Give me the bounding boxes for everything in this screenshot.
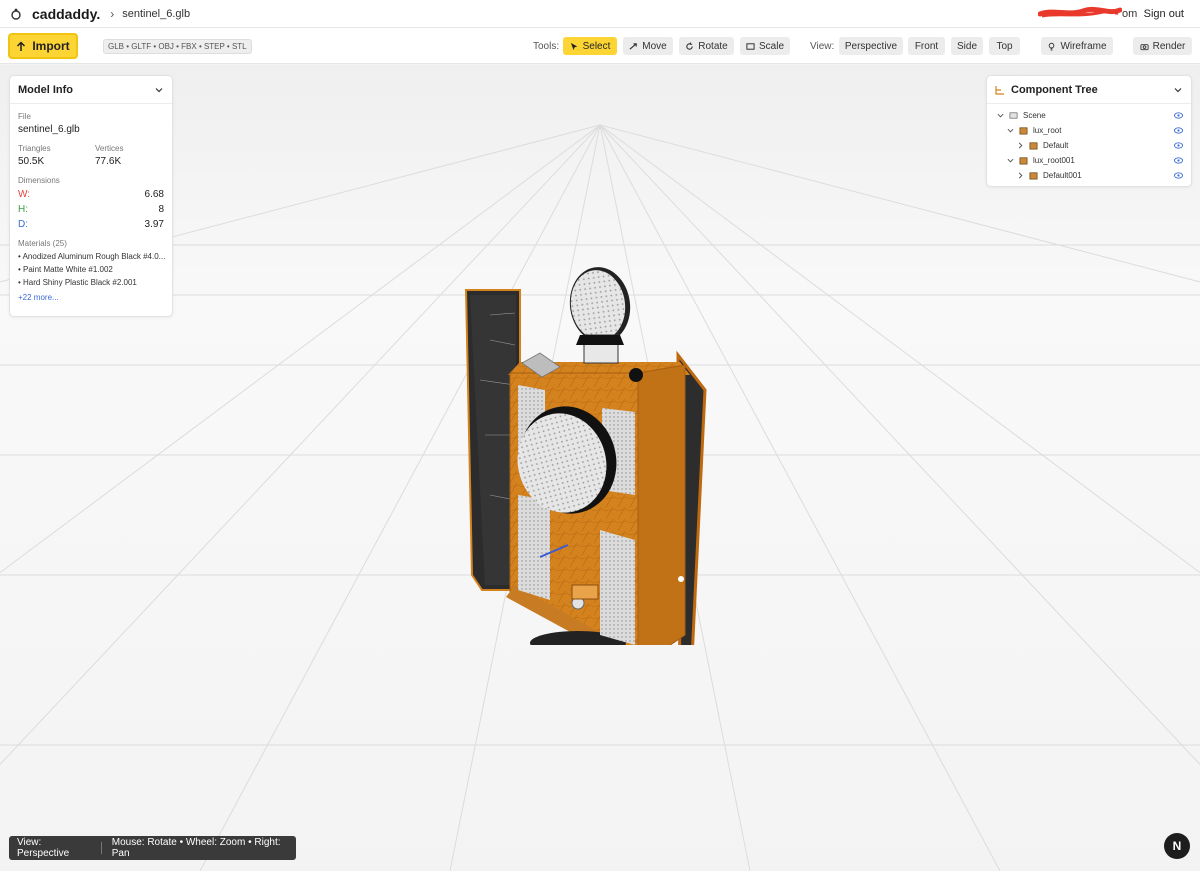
- bulb-icon: [1049, 42, 1055, 51]
- tools-label: Tools:: [533, 41, 560, 52]
- satellite-model[interactable]: [460, 195, 720, 645]
- box-icon: [1019, 156, 1028, 164]
- toolbar: Import GLB • GLTF • OBJ • FBX • STEP • S…: [0, 28, 1200, 64]
- chevron-right-icon: ›: [110, 6, 115, 21]
- material-item: • Anodized Aluminum Rough Black #4.0...: [18, 252, 166, 261]
- chevron-right-icon[interactable]: [1017, 172, 1024, 179]
- rotate-icon: [686, 41, 694, 50]
- component-tree-title: Component Tree: [1011, 83, 1098, 96]
- scale-icon: [746, 42, 755, 50]
- component-tree-header[interactable]: Component Tree: [987, 76, 1191, 104]
- view-perspective-button[interactable]: Perspective: [839, 37, 903, 55]
- eye-icon[interactable]: [1174, 127, 1183, 134]
- breadcrumb-file: sentinel_6.glb: [122, 7, 191, 20]
- supported-formats: GLB • GLTF • OBJ • FBX • STEP • STL: [103, 39, 252, 54]
- camera-icon: [1140, 43, 1149, 50]
- chevron-right-icon[interactable]: [1017, 142, 1024, 149]
- 3d-viewport[interactable]: Model Info File sentinel_6.glb Triangles…: [0, 65, 1200, 871]
- brand-name[interactable]: caddaddy.: [32, 6, 100, 22]
- folder-icon: [1009, 111, 1018, 119]
- arrow-up-icon: [17, 40, 26, 51]
- import-label: Import: [32, 39, 70, 53]
- eye-icon[interactable]: [1174, 142, 1183, 149]
- scale-label: Scale: [758, 40, 784, 52]
- tree-node-default001[interactable]: Default001: [1017, 168, 1191, 182]
- render-label: Render: [1152, 40, 1186, 52]
- tree-node-scene[interactable]: Scene: [997, 108, 1191, 122]
- rotate-tool-button[interactable]: Rotate: [679, 37, 734, 55]
- component-tree-panel: Component Tree Scene lux_root Default lu…: [986, 75, 1192, 187]
- tree-icon: [995, 85, 1004, 95]
- material-item: • Paint Matte White #1.002: [18, 265, 113, 274]
- move-icon: [629, 42, 638, 50]
- box-icon: [1029, 171, 1038, 179]
- tree-node-label: lux_root: [1033, 125, 1062, 135]
- cursor-icon: [570, 42, 577, 50]
- file-label: File: [18, 112, 31, 121]
- model-info-header[interactable]: Model Info: [10, 76, 172, 104]
- status-bar: View: Perspective Mouse: Rotate • Wheel:…: [9, 836, 296, 860]
- view-side-button[interactable]: Side: [951, 37, 983, 55]
- top-nav: caddaddy. › sentinel_6.glb om Sign out: [0, 0, 1200, 28]
- status-view: View: Perspective: [17, 837, 70, 859]
- chevron-down-icon[interactable]: [997, 112, 1004, 119]
- chevron-down-icon[interactable]: [1007, 157, 1014, 164]
- vertices-label: Vertices: [95, 144, 124, 153]
- import-button[interactable]: Import: [8, 33, 78, 59]
- material-item: • Hard Shiny Plastic Black #2.001: [18, 278, 137, 287]
- vertices-value: 77.6K: [95, 156, 122, 167]
- chevron-down-icon[interactable]: [1007, 127, 1014, 134]
- dimensions-label: Dimensions: [18, 176, 60, 185]
- dimension-depth: D: 3.97: [18, 219, 164, 230]
- move-tool-button[interactable]: Move: [623, 37, 673, 55]
- chevron-down-icon[interactable]: [155, 86, 163, 94]
- materials-label: Materials (25): [18, 239, 67, 248]
- dimension-width: W: 6.68: [18, 189, 164, 200]
- view-top-button[interactable]: Top: [989, 37, 1020, 55]
- eye-icon[interactable]: [1174, 112, 1183, 119]
- wireframe-button[interactable]: Wireframe: [1041, 37, 1113, 55]
- view-front-button[interactable]: Front: [908, 37, 945, 55]
- tree-node-lux-root001[interactable]: lux_root001: [1007, 153, 1191, 167]
- sign-out-link[interactable]: Sign out: [1144, 8, 1184, 20]
- model-info-panel: Model Info File sentinel_6.glb Triangles…: [9, 75, 173, 317]
- tree-node-default[interactable]: Default: [1017, 138, 1191, 152]
- tree-node-label: Scene: [1023, 110, 1046, 120]
- tree-node-label: Default001: [1043, 170, 1082, 180]
- rotate-label: Rotate: [698, 40, 728, 52]
- triangles-value: 50.5K: [18, 156, 45, 167]
- n-badge-button[interactable]: N: [1164, 833, 1190, 859]
- file-name: sentinel_6.glb: [18, 124, 80, 135]
- tree-node-label: lux_root001: [1033, 155, 1075, 165]
- dimension-height: H: 8: [18, 204, 164, 215]
- chevron-down-icon[interactable]: [1174, 86, 1182, 94]
- select-label: Select: [582, 40, 611, 52]
- scale-tool-button[interactable]: Scale: [740, 37, 790, 55]
- wireframe-label: Wireframe: [1060, 40, 1107, 52]
- logo-icon: [11, 8, 21, 20]
- box-icon: [1029, 141, 1038, 149]
- status-divider: [100, 842, 102, 854]
- status-hint: Mouse: Rotate • Wheel: Zoom • Right: Pan: [111, 837, 281, 859]
- tree-node-lux-root[interactable]: lux_root: [1007, 123, 1191, 137]
- more-materials-link[interactable]: +22 more...: [18, 293, 164, 302]
- select-tool-button[interactable]: Select: [563, 37, 617, 55]
- eye-icon[interactable]: [1174, 172, 1183, 179]
- eye-icon[interactable]: [1174, 157, 1183, 164]
- view-label: View:: [810, 41, 835, 52]
- redaction-mark: [1038, 6, 1122, 18]
- model-info-title: Model Info: [18, 83, 73, 96]
- tree-node-label: Default: [1043, 140, 1069, 150]
- render-button[interactable]: Render: [1133, 37, 1192, 55]
- triangles-label: Triangles: [18, 144, 51, 153]
- move-label: Move: [642, 40, 667, 52]
- box-icon: [1019, 126, 1028, 134]
